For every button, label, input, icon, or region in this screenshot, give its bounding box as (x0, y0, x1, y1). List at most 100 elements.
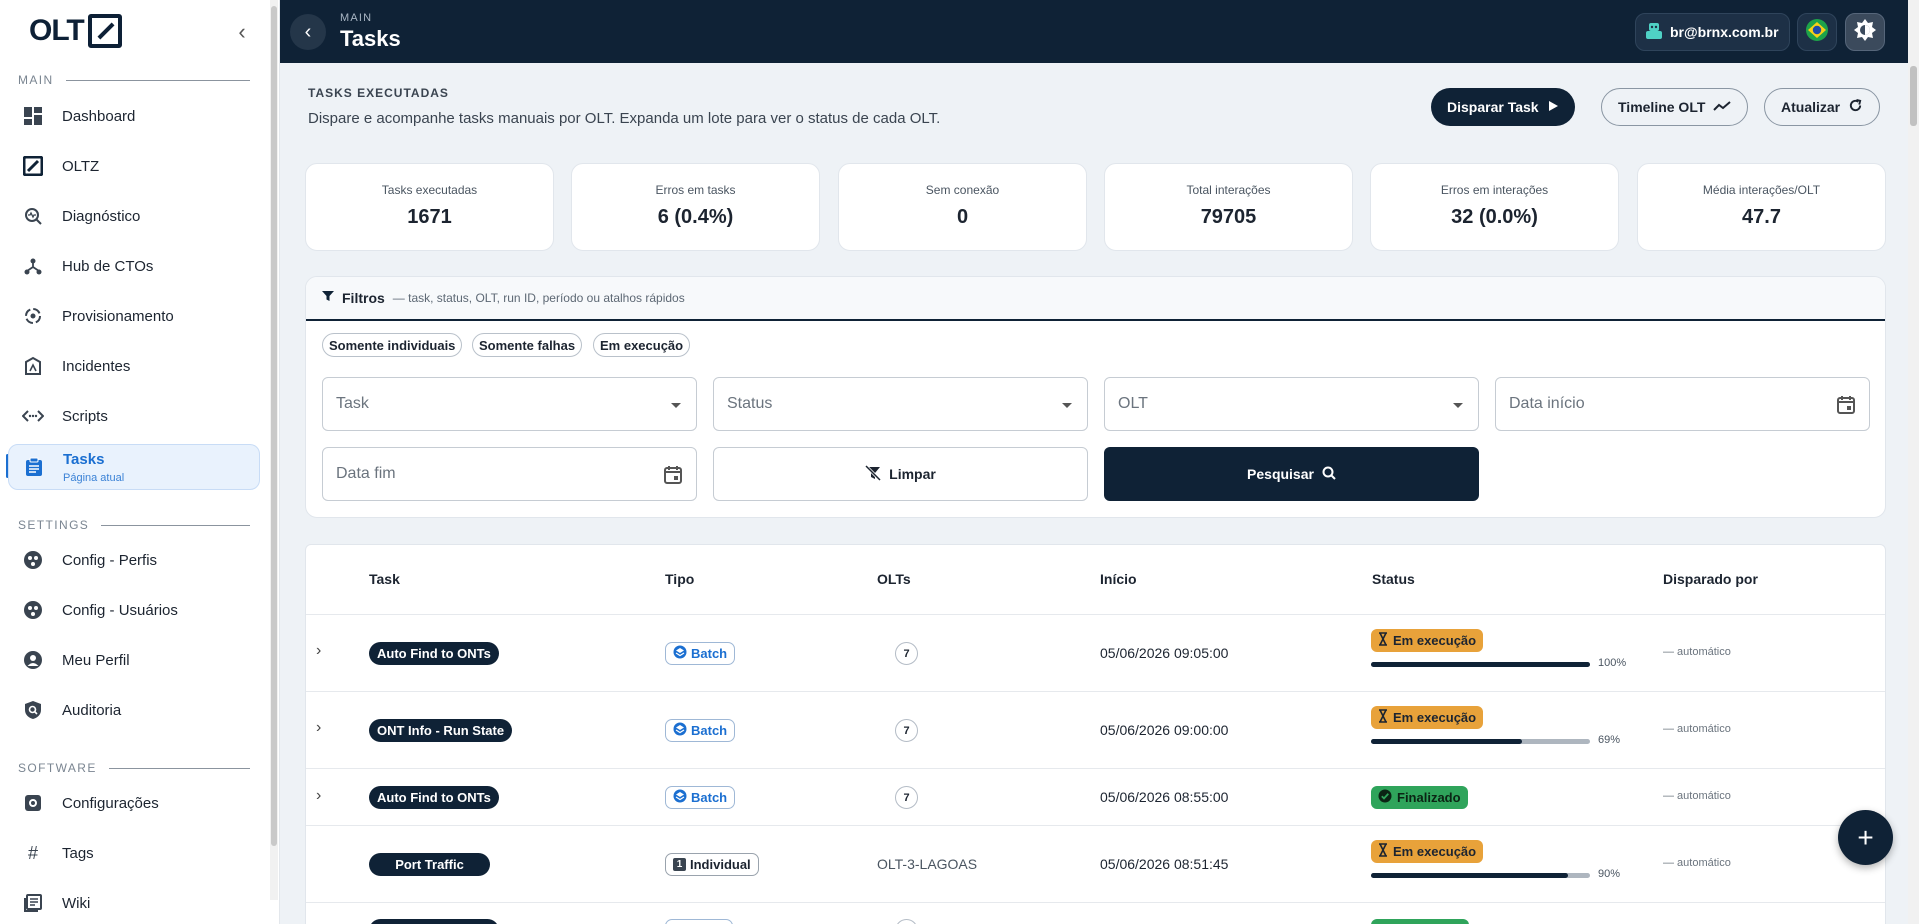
sidebar-scrollbar[interactable] (270, 0, 278, 900)
sidebar-item-tasks[interactable]: Tasks Página atual (8, 444, 260, 490)
clear-filters-button[interactable]: Limpar (713, 447, 1088, 501)
user-menu-button[interactable]: br@brnx.com.br (1635, 13, 1790, 51)
hourglass-icon (1378, 843, 1388, 860)
settings-icon (22, 792, 44, 814)
expand-row-icon[interactable]: › (316, 642, 321, 660)
dispatch-task-button[interactable]: Disparar Task (1431, 88, 1575, 126)
triggered-by: — automático (1663, 790, 1731, 802)
incident-icon (22, 355, 44, 377)
stat-card-total-interacoes: Total interações 79705 (1104, 163, 1353, 251)
olt-count: 7 (895, 719, 918, 742)
sidebar: OLT ‹ MAIN Dashboard OLTZ Diagnóstico Hu… (0, 0, 280, 924)
progress-bar (1371, 662, 1590, 667)
sidebar-scroll-thumb[interactable] (271, 6, 277, 846)
table-row[interactable]: › ONT Info - Run State Batch 7 05/06/202… (306, 691, 1885, 768)
section-settings: SETTINGS (18, 518, 250, 532)
status-badge: Finalizado (1371, 786, 1468, 809)
status-badge-partial (1371, 919, 1469, 924)
sidebar-item-dashboard[interactable]: Dashboard (8, 94, 260, 138)
theme-toggle-button[interactable] (1845, 13, 1885, 51)
logo-z-mark (87, 14, 122, 48)
sidebar-item-provisionamento[interactable]: Provisionamento (8, 294, 260, 338)
provisioning-icon (22, 305, 44, 327)
column-header-status[interactable]: Status (1372, 571, 1415, 587)
triggered-by: — automático (1663, 646, 1731, 658)
dashboard-icon (22, 105, 44, 127)
expand-row-icon[interactable]: › (316, 787, 321, 805)
table-row[interactable]: Port Traffic 1 Individual OLT-3-LAGOAS 05… (306, 825, 1885, 902)
layers-icon (673, 789, 687, 806)
data-fim-field[interactable]: Data fim (322, 447, 697, 501)
language-button[interactable] (1797, 13, 1837, 51)
olt-select[interactable]: OLT (1104, 377, 1479, 431)
main-scroll-thumb[interactable] (1910, 66, 1917, 126)
profile-icon (22, 649, 44, 671)
olt-name: OLT-3-LAGOAS (877, 856, 978, 872)
sidebar-item-tasks-text: Tasks Página atual (63, 450, 125, 484)
start-time: 05/06/2026 09:05:00 (1100, 645, 1229, 661)
column-header-disparado-por[interactable]: Disparado por (1663, 571, 1758, 587)
olt-count: 7 (895, 642, 918, 665)
search-button[interactable]: Pesquisar (1104, 447, 1479, 501)
sidebar-item-config-perfis[interactable]: Config - Perfis (8, 538, 260, 582)
progress-fill (1371, 873, 1569, 878)
olt-count-partial (895, 919, 918, 924)
oltz-logo-icon (22, 155, 44, 177)
sidebar-item-auditoria[interactable]: Auditoria (8, 688, 260, 732)
filter-off-icon (865, 464, 882, 484)
dropdown-arrow-icon (1452, 395, 1464, 420)
chip-somente-individuais[interactable]: Somente individuais (322, 333, 463, 357)
collapse-sidebar-button[interactable]: ‹ (232, 20, 252, 44)
task-name-pill: Port Traffic (369, 853, 490, 876)
sidebar-item-tags[interactable]: # Tags (8, 831, 260, 875)
column-header-inicio[interactable]: Início (1100, 571, 1137, 587)
data-inicio-field[interactable]: Data início (1495, 377, 1870, 431)
sidebar-item-configuracoes[interactable]: Configurações (8, 781, 260, 825)
sidebar-item-scripts[interactable]: Scripts (8, 394, 260, 438)
sidebar-item-diagnostico[interactable]: Diagnóstico (8, 194, 260, 238)
chip-somente-falhas[interactable]: Somente falhas (472, 333, 583, 357)
sidebar-item-meu-perfil[interactable]: Meu Perfil (8, 638, 260, 682)
progress-bar (1371, 739, 1590, 744)
sidebar-item-hub-ctos[interactable]: Hub de CTOs (8, 244, 260, 288)
sidebar-item-incidentes[interactable]: Incidentes (8, 344, 260, 388)
brightness-icon (1853, 18, 1877, 47)
chip-em-execucao[interactable]: Em execução (593, 333, 691, 357)
individual-count-icon: 1 (673, 858, 686, 871)
back-button[interactable]: ‹ (290, 14, 326, 50)
main-scrollbar[interactable] (1908, 0, 1919, 924)
table-row[interactable]: › Auto Find to ONTs Batch 7 05/06/2026 0… (306, 614, 1885, 691)
table-row[interactable] (306, 902, 1885, 924)
oltz-logo[interactable]: OLT (29, 14, 122, 48)
current-page-label: Página atual (63, 471, 125, 484)
diagnostic-search-icon (22, 205, 44, 227)
sidebar-item-config-usuarios[interactable]: Config - Usuários (8, 588, 260, 632)
column-header-tipo[interactable]: Tipo (665, 571, 694, 587)
section-software: SOFTWARE (18, 761, 250, 775)
sidebar-item-oltz[interactable]: OLTZ (8, 144, 260, 188)
hub-icon (22, 255, 44, 277)
expand-row-icon[interactable]: › (316, 719, 321, 737)
stat-card-sem-conexao: Sem conexão 0 (838, 163, 1087, 251)
hourglass-icon (1378, 632, 1388, 649)
table-row[interactable]: › Auto Find to ONTs Batch 7 05/06/2026 0… (306, 768, 1885, 825)
column-header-task[interactable]: Task (369, 571, 400, 587)
wiki-icon (22, 892, 44, 914)
refresh-button[interactable]: Atualizar (1764, 88, 1881, 126)
status-badge: Em execução (1371, 706, 1484, 729)
filters-subtitle: — task, status, OLT, run ID, período ou … (392, 291, 685, 305)
status-select[interactable]: Status (713, 377, 1088, 431)
calendar-icon[interactable] (664, 465, 682, 490)
clipboard-icon (23, 456, 45, 478)
users-config-icon (22, 599, 44, 621)
add-fab-button[interactable]: + (1838, 810, 1893, 865)
filters-header[interactable]: Filtros — task, status, OLT, run ID, per… (306, 277, 1885, 321)
plus-icon: + (1857, 821, 1874, 853)
page-title: Tasks (340, 26, 401, 51)
calendar-icon[interactable] (1837, 395, 1855, 420)
layers-icon (673, 722, 687, 739)
task-select[interactable]: Task (322, 377, 697, 431)
sidebar-item-wiki[interactable]: Wiki (8, 881, 260, 924)
column-header-olts[interactable]: OLTs (877, 571, 911, 587)
timeline-olt-button[interactable]: Timeline OLT (1601, 88, 1749, 126)
